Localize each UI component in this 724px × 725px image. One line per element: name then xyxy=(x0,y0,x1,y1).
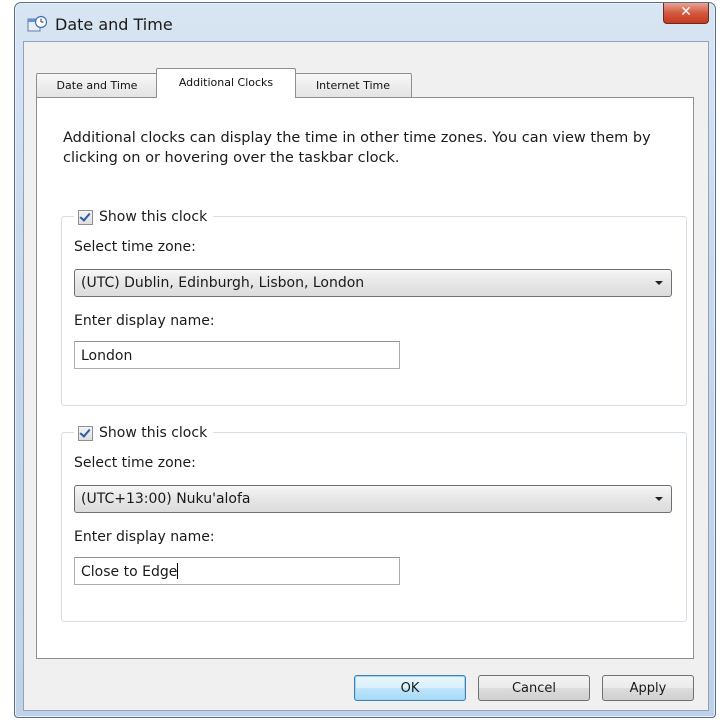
close-button[interactable]: ✕ xyxy=(663,3,709,24)
additional-clocks-panel: Additional clocks can display the time i… xyxy=(36,97,694,659)
show-clock-1-checkbox[interactable] xyxy=(78,209,93,225)
tab-additional-clocks[interactable]: Additional Clocks xyxy=(156,68,296,98)
ok-button[interactable]: OK xyxy=(354,675,466,701)
timezone-2-select[interactable]: (UTC+13:00) Nuku'alofa xyxy=(74,485,672,513)
clock-group-2: Show this clock Select time zone: (UTC+1… xyxy=(61,423,687,622)
select-timezone-1-label: Select time zone: xyxy=(74,239,196,255)
display-name-1-input[interactable]: London xyxy=(74,341,400,369)
text-caret xyxy=(177,563,179,579)
chevron-down-icon xyxy=(655,497,663,501)
date-time-dialog: Date and Time ✕ Date and Time Additional… xyxy=(14,2,716,718)
timezone-2-value: (UTC+13:00) Nuku'alofa xyxy=(81,491,251,507)
chevron-down-icon xyxy=(655,281,663,285)
display-name-2-label: Enter display name: xyxy=(74,529,215,545)
dialog-client-area: Date and Time Additional Clocks Internet… xyxy=(23,41,709,711)
apply-button[interactable]: Apply xyxy=(602,675,694,701)
show-clock-2-label[interactable]: Show this clock xyxy=(99,425,207,441)
timezone-1-value: (UTC) Dublin, Edinburgh, Lisbon, London xyxy=(81,275,365,291)
cancel-button[interactable]: Cancel xyxy=(478,675,590,701)
clock-group-1: Show this clock Select time zone: (UTC) … xyxy=(61,207,687,406)
window-title: Date and Time xyxy=(55,15,173,34)
display-name-2-input[interactable]: Close to Edge xyxy=(74,557,400,585)
date-time-clock-icon xyxy=(27,15,47,32)
close-icon: ✕ xyxy=(680,4,692,20)
tab-date-and-time[interactable]: Date and Time xyxy=(36,73,158,98)
timezone-1-select[interactable]: (UTC) Dublin, Edinburgh, Lisbon, London xyxy=(74,269,672,297)
show-clock-2-row: Show this clock xyxy=(74,423,214,443)
description-text: Additional clocks can display the time i… xyxy=(63,130,651,166)
show-clock-1-row: Show this clock xyxy=(74,207,214,227)
display-name-1-label: Enter display name: xyxy=(74,313,215,329)
display-name-2-value: Close to Edge xyxy=(81,564,178,580)
tab-internet-time[interactable]: Internet Time xyxy=(294,73,412,98)
select-timezone-2-label: Select time zone: xyxy=(74,455,196,471)
show-clock-2-checkbox[interactable] xyxy=(78,425,93,441)
display-name-1-value: London xyxy=(81,348,133,364)
show-clock-1-label[interactable]: Show this clock xyxy=(99,209,207,225)
title-bar[interactable]: Date and Time ✕ xyxy=(15,3,715,41)
